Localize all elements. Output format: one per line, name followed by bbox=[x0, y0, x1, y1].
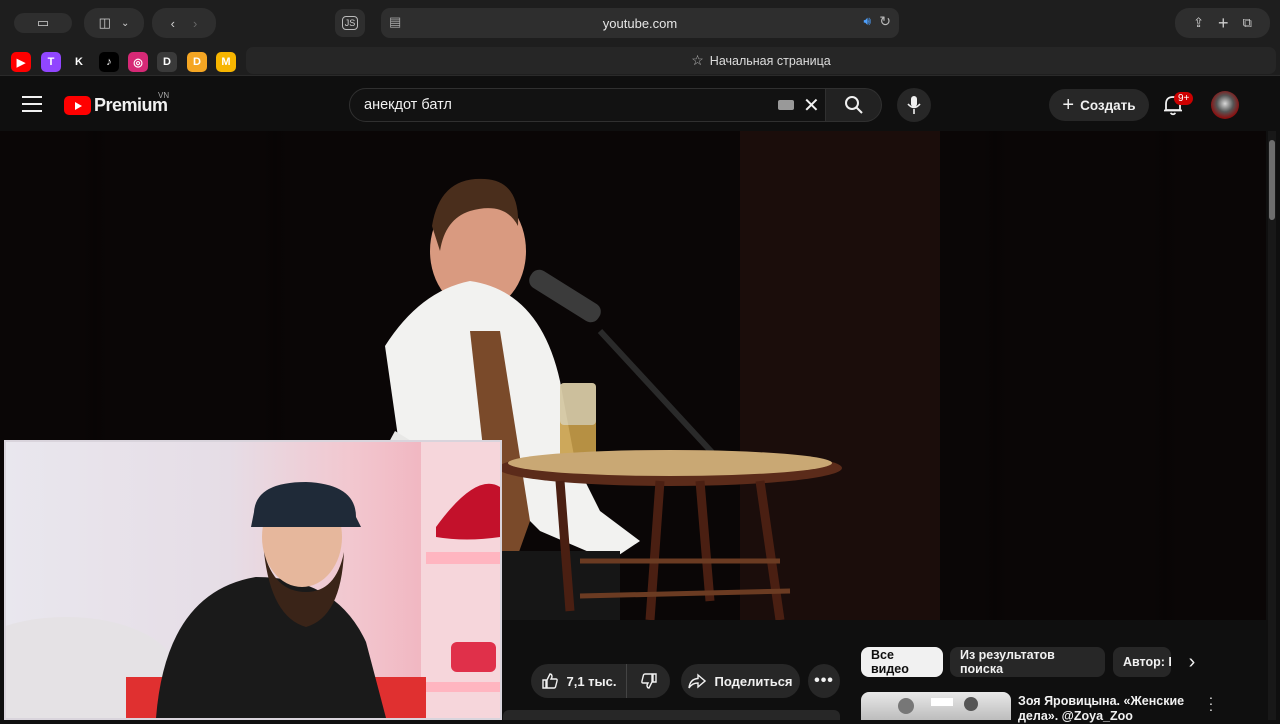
video-menu-icon[interactable]: · · · bbox=[1205, 690, 1217, 716]
chip-label: Все видео bbox=[871, 648, 909, 676]
avatar[interactable] bbox=[1211, 91, 1239, 119]
bookmark-kick-icon[interactable]: K bbox=[69, 52, 89, 72]
create-label: Создать bbox=[1080, 97, 1136, 113]
webcam-overlay bbox=[4, 440, 502, 720]
bookmark-donation-icon[interactable]: D bbox=[187, 52, 207, 72]
more-horizontal-icon: ••• bbox=[814, 672, 834, 689]
chip-author[interactable]: Автор: К bbox=[1113, 647, 1171, 677]
chevron-down-icon: ⌄ bbox=[120, 17, 130, 29]
keyboard-icon[interactable] bbox=[778, 100, 794, 110]
forward-icon[interactable]: › bbox=[193, 16, 197, 31]
share-arrow-icon bbox=[688, 673, 707, 689]
star-icon: ☆ bbox=[691, 52, 704, 68]
video-title-line: дела». @Zoya_Zoo bbox=[1018, 709, 1133, 723]
bookmark-m-icon[interactable]: M bbox=[216, 52, 236, 72]
chip-from-search[interactable]: Из результатов поиска bbox=[950, 647, 1105, 677]
back-icon[interactable]: ‹ bbox=[171, 16, 175, 31]
js-badge: JS bbox=[341, 16, 359, 30]
chip-all-videos[interactable]: Все видео bbox=[861, 647, 943, 677]
search-input[interactable]: анекдот батл ✕ bbox=[349, 88, 826, 122]
bookmark-instagram-icon[interactable]: ◎ bbox=[128, 52, 148, 72]
plus-icon: + bbox=[1062, 93, 1075, 116]
thumbnail-image bbox=[898, 697, 978, 714]
youtube-logo[interactable]: Premium bbox=[64, 95, 168, 116]
like-count: 7,1 тыс. bbox=[566, 673, 617, 689]
video-title-line: Зоя Яровицына. «Женские bbox=[1018, 694, 1185, 708]
browser-actions: ⇪ + ⧉ bbox=[1175, 8, 1270, 38]
reader-icon[interactable]: ▤ bbox=[389, 14, 401, 30]
menu-icon[interactable] bbox=[22, 96, 42, 112]
reload-icon[interactable]: ↻ bbox=[879, 13, 891, 30]
search-value: анекдот батл bbox=[364, 97, 452, 113]
thumbs-up-icon bbox=[541, 673, 558, 689]
history-nav: ‹ › bbox=[152, 8, 216, 38]
voice-search-button[interactable] bbox=[897, 88, 931, 122]
youtube-play-icon bbox=[64, 96, 91, 115]
js-extension-button[interactable]: JS bbox=[335, 9, 365, 37]
chips-next-button[interactable]: › bbox=[1172, 647, 1212, 677]
region-code: VN bbox=[158, 91, 170, 100]
video-thumbnail[interactable] bbox=[861, 692, 1011, 720]
sidebar-icon: ◫ bbox=[98, 15, 111, 30]
tab-overview-button[interactable]: ▭ bbox=[14, 13, 72, 33]
thumbs-down-icon bbox=[640, 673, 657, 689]
chevron-right-icon: › bbox=[1188, 650, 1196, 673]
new-tab-icon[interactable]: + bbox=[1218, 13, 1229, 34]
chip-label: Из результатов поиска bbox=[960, 648, 1055, 676]
start-page-tab[interactable]: ☆ Начальная страница bbox=[246, 47, 1276, 74]
notification-badge: 9+ bbox=[1174, 92, 1194, 105]
bookmark-tiktok-icon[interactable]: ♪ bbox=[99, 52, 119, 72]
share-label: Поделиться bbox=[714, 673, 793, 689]
start-page-label: Начальная страница bbox=[709, 53, 831, 68]
bookmark-twitch-icon[interactable]: T bbox=[41, 52, 61, 72]
clear-search-icon[interactable]: ✕ bbox=[803, 93, 820, 118]
scrollbar-thumb[interactable] bbox=[1269, 140, 1275, 220]
screen-icon: ▭ bbox=[36, 15, 50, 30]
logo-text: Premium bbox=[94, 95, 168, 115]
sidebar-toggle-button[interactable]: ◫ ⌄ bbox=[84, 8, 144, 38]
search-button[interactable] bbox=[826, 88, 882, 122]
url-text: youtube.com bbox=[602, 15, 678, 31]
dislike-button[interactable] bbox=[626, 664, 670, 698]
more-actions-button[interactable]: ••• bbox=[808, 664, 840, 698]
share-button[interactable]: Поделиться bbox=[681, 664, 800, 698]
chip-label: Автор: К bbox=[1123, 655, 1171, 669]
bookmark-dl-icon[interactable]: D bbox=[157, 52, 177, 72]
address-bar[interactable]: ▤ youtube.com 🔊︎ ↻ bbox=[381, 8, 899, 38]
description-box[interactable] bbox=[503, 710, 840, 720]
mic-icon bbox=[907, 96, 921, 114]
speaker-icon[interactable]: 🔊︎ bbox=[863, 14, 871, 29]
search-icon bbox=[844, 96, 863, 114]
streamer-image bbox=[6, 442, 500, 718]
bookmark-youtube-icon[interactable]: ▶ bbox=[11, 52, 31, 72]
like-button[interactable]: 7,1 тыс. bbox=[531, 664, 626, 698]
share-icon[interactable]: ⇪ bbox=[1193, 15, 1204, 31]
tabs-icon[interactable]: ⧉ bbox=[1243, 15, 1252, 31]
create-button[interactable]: + Создать bbox=[1049, 89, 1149, 121]
